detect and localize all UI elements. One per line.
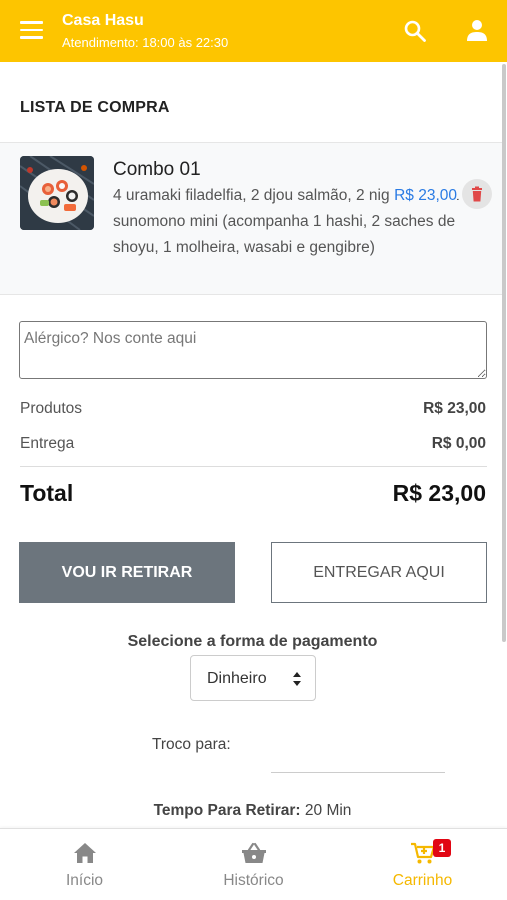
cart-count-badge: 1: [433, 839, 451, 857]
item-image: [20, 156, 94, 230]
nav-history-label: Histórico: [223, 872, 284, 889]
store-hours: Atendimento: 18:00 às 22:30: [62, 35, 229, 50]
change-input[interactable]: [271, 745, 445, 773]
products-label: Produtos: [20, 400, 83, 417]
delivery-value: R$ 0,00: [431, 435, 486, 452]
nav-cart[interactable]: 1 Carrinho: [338, 829, 507, 900]
total-value: R$ 23,00: [392, 480, 486, 506]
select-arrows-icon: [293, 672, 301, 686]
user-icon[interactable]: [465, 18, 489, 42]
nav-history[interactable]: Histórico: [169, 829, 338, 900]
summary-divider: [20, 466, 487, 467]
basket-icon: [241, 842, 266, 863]
pickup-time-value: 20 Min: [304, 802, 352, 819]
payment-method-select[interactable]: Dinheiro: [190, 655, 316, 701]
menu-icon[interactable]: [20, 21, 44, 41]
pickup-time: Tempo Para Retirar: 20 Min: [0, 802, 505, 820]
cart-icon: [410, 842, 435, 864]
nav-home-label: Início: [65, 872, 104, 889]
item-price: R$ 23,00: [390, 183, 457, 209]
item-name: Combo 01: [113, 159, 201, 180]
allergy-note-input[interactable]: [19, 321, 487, 379]
deliver-button[interactable]: ENTREGAR AQUI: [271, 542, 487, 603]
delivery-label: Entrega: [20, 435, 75, 452]
cart-item: Combo 01 4 uramaki filadelfia, 2 djou sa…: [0, 142, 502, 295]
pickup-time-label: Tempo Para Retirar:: [153, 802, 301, 819]
home-icon: [73, 843, 96, 863]
store-name: Casa Hasu: [62, 12, 144, 29]
section-title: LISTA DE COMPRA: [20, 99, 170, 116]
delete-item-button[interactable]: [462, 179, 492, 209]
bottom-nav: Início Histórico 1 Carrinho: [0, 828, 507, 900]
payment-method-value: Dinheiro: [207, 670, 267, 687]
pickup-button[interactable]: VOU IR RETIRAR: [19, 542, 235, 603]
change-label: Troco para:: [152, 736, 231, 753]
search-icon[interactable]: [403, 19, 427, 43]
nav-cart-label: Carrinho: [392, 872, 453, 889]
products-value: R$ 23,00: [423, 400, 486, 417]
total-label: Total: [20, 480, 74, 506]
scrollbar[interactable]: [502, 64, 506, 642]
nav-home[interactable]: Início: [0, 829, 169, 900]
payment-title: Selecione a forma de pagamento: [127, 633, 378, 650]
trash-icon: [472, 186, 482, 202]
app-header: Casa Hasu Atendimento: 18:00 às 22:30: [0, 0, 507, 62]
